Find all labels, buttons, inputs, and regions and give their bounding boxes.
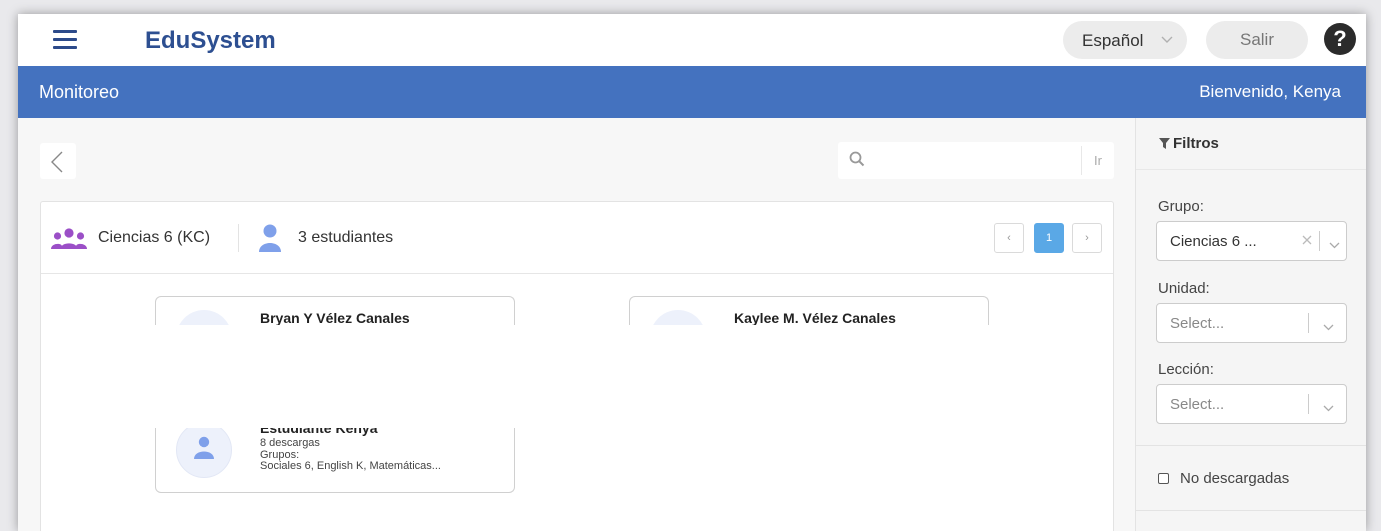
lesson-filter-label: Lección:: [1158, 361, 1214, 378]
select-separator: [1308, 313, 1309, 333]
select-separator: [1308, 394, 1309, 414]
avatar: [176, 310, 232, 325]
chevron-down-icon[interactable]: [1323, 399, 1334, 417]
language-select[interactable]: Español: [1063, 21, 1187, 59]
checkbox-box[interactable]: [1158, 473, 1169, 484]
page-header: Monitoreo Bienvenido, Kenya: [18, 66, 1366, 118]
pagination-prev-button[interactable]: ‹: [994, 223, 1024, 253]
logout-button[interactable]: Salir: [1206, 21, 1308, 59]
unit-filter-select[interactable]: Select...: [1156, 303, 1347, 343]
student-name: Bryan Y Vélez Canales: [260, 310, 410, 325]
filters-divider: [1136, 510, 1366, 511]
chevron-down-icon[interactable]: [1329, 236, 1340, 254]
filter-icon: [1159, 138, 1170, 149]
welcome-message: Bienvenido, Kenya: [1199, 82, 1341, 101]
filters-header: Filtros: [1136, 118, 1366, 170]
search-go-button[interactable]: Ir: [1081, 146, 1114, 175]
group-filter-label: Grupo:: [1158, 198, 1204, 215]
student-downloads: 8 descargas: [260, 437, 320, 449]
pagination-next-button[interactable]: ›: [1072, 223, 1102, 253]
student-name: Estudiante Kenya: [260, 428, 378, 436]
chevron-down-icon: [1161, 33, 1173, 47]
student-card[interactable]: Kaylee M. Vélez Canales: [629, 296, 989, 325]
filters-title: Filtros: [1173, 135, 1219, 152]
unit-filter-label: Unidad:: [1158, 280, 1210, 297]
student-groups: Sociales 6, English K, Matemáticas...: [260, 460, 441, 472]
avatar: [176, 428, 232, 478]
student-card[interactable]: Bryan Y Vélez Canales: [155, 296, 515, 325]
main-content: Ir Ciencias 6 (KC) 3 estudiantes ‹ 1 › B…: [18, 118, 1135, 531]
select-separator: [1319, 231, 1320, 251]
search-input[interactable]: [872, 147, 1072, 173]
app-window: EduSystem Español Salir ? Monitoreo Bien…: [18, 14, 1366, 531]
group-filter-value: Ciencias 6 ...: [1170, 233, 1257, 250]
group-name: Ciencias 6 (KC): [98, 229, 211, 246]
chevron-down-icon[interactable]: [1323, 318, 1334, 336]
not-downloaded-label: No descargadas: [1180, 470, 1290, 487]
back-button[interactable]: [40, 143, 76, 179]
help-icon[interactable]: ?: [1324, 23, 1356, 55]
lesson-filter-select[interactable]: Select...: [1156, 384, 1347, 424]
user-icon: [259, 224, 281, 252]
language-label: Español: [1082, 31, 1144, 50]
filters-divider: [1136, 445, 1366, 446]
close-icon[interactable]: [1302, 232, 1312, 249]
lesson-filter-placeholder: Select...: [1170, 396, 1225, 413]
header-divider: [238, 224, 239, 252]
student-name: Kaylee M. Vélez Canales: [734, 310, 896, 325]
students-count: 3 estudiantes: [298, 229, 394, 246]
menu-icon[interactable]: [53, 28, 79, 50]
pagination-page-1[interactable]: 1: [1034, 223, 1064, 253]
search-box: Ir: [838, 142, 1114, 179]
student-card[interactable]: Estudiante Kenya 8 descargas Grupos: Soc…: [155, 428, 515, 493]
user-icon: [194, 436, 214, 459]
unit-filter-placeholder: Select...: [1170, 315, 1225, 332]
group-panel-header: Ciencias 6 (KC) 3 estudiantes ‹ 1 ›: [41, 202, 1113, 274]
chevron-left-icon: [51, 151, 63, 173]
page-title: Monitoreo: [39, 82, 120, 102]
group-filter-select[interactable]: Ciencias 6 ...: [1156, 221, 1347, 261]
group-icon: [51, 228, 87, 249]
brand-logo-text: EduSystem: [145, 27, 276, 54]
avatar: [650, 310, 706, 325]
filters-sidebar: Filtros Grupo: Ciencias 6 ... Unidad: Se…: [1135, 118, 1366, 531]
search-icon: [849, 151, 865, 167]
top-bar: EduSystem Español Salir ?: [18, 14, 1366, 66]
not-downloaded-checkbox[interactable]: No descargadas: [1158, 468, 1358, 490]
